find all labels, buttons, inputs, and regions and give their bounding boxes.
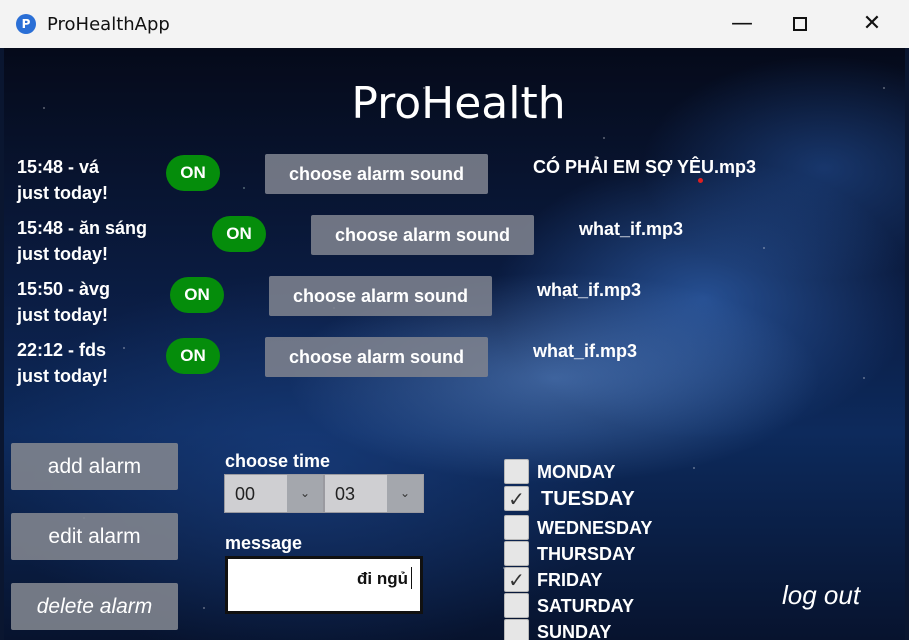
day-label: MONDAY bbox=[537, 462, 616, 482]
hour-select[interactable]: 00 ⌄ bbox=[224, 474, 324, 513]
window-title: ProHealthApp bbox=[47, 14, 170, 35]
message-value: đi ngủ bbox=[357, 569, 408, 588]
alarm-1-sound-file: CÓ PHẢI EM SỢ YÊU.mp3 bbox=[533, 157, 757, 177]
main-content: ProHealth 15:48 - vá just today! ON choo… bbox=[4, 48, 905, 640]
alarm-item-1-text: 15:48 - vá just today! bbox=[17, 154, 108, 206]
checkbox-sunday[interactable] bbox=[504, 619, 529, 640]
alarm-item-2-text: 15:48 - ăn sáng just today! bbox=[17, 215, 147, 267]
checkbox-tuesday[interactable]: ✓ bbox=[504, 486, 529, 511]
alarm-time-label: 22:12 - fds bbox=[17, 340, 107, 360]
day-label: TUESDAY bbox=[541, 488, 635, 510]
alarm-item-3-text: 15:50 - àvg just today! bbox=[17, 276, 110, 328]
choose-time-label: choose time bbox=[225, 451, 331, 471]
alarm-3-sound-file: what_if.mp3 bbox=[537, 280, 642, 300]
day-label: SATURDAY bbox=[537, 596, 635, 616]
alarm-2-toggle-button[interactable]: ON bbox=[212, 216, 266, 252]
delete-alarm-button[interactable]: delete alarm bbox=[11, 583, 178, 630]
text-caret bbox=[411, 567, 412, 589]
hour-value: 00 bbox=[235, 484, 256, 504]
day-label: THURSDAY bbox=[537, 544, 636, 564]
page-title: ProHealth bbox=[351, 78, 566, 129]
app-logo-icon: P bbox=[16, 14, 36, 34]
chevron-down-icon[interactable]: ⌄ bbox=[387, 475, 423, 512]
alarm-4-sound-file: what_if.mp3 bbox=[533, 341, 638, 361]
alarm-3-toggle-button[interactable]: ON bbox=[170, 277, 224, 313]
alarm-repeat-label: just today! bbox=[17, 183, 109, 203]
minute-select[interactable]: 03 ⌄ bbox=[324, 474, 424, 513]
alarm-item-4-text: 22:12 - fds just today! bbox=[17, 337, 108, 389]
checkbox-wednesday[interactable] bbox=[504, 515, 529, 540]
checkbox-thursday[interactable] bbox=[504, 541, 529, 566]
alarm-time-label: 15:50 - àvg bbox=[17, 279, 111, 299]
alarm-time-label: 15:48 - ăn sáng bbox=[17, 218, 148, 238]
alarm-3-choose-sound-button[interactable]: choose alarm sound bbox=[269, 276, 492, 316]
maximize-button[interactable] bbox=[768, 0, 832, 48]
checkbox-friday[interactable]: ✓ bbox=[504, 567, 529, 592]
day-label: WEDNESDAY bbox=[537, 518, 653, 538]
alarm-repeat-label: just today! bbox=[17, 366, 109, 386]
chevron-down-icon[interactable]: ⌄ bbox=[287, 475, 323, 512]
notification-dot bbox=[698, 178, 703, 183]
checkbox-monday[interactable] bbox=[504, 459, 529, 484]
checkbox-saturday[interactable] bbox=[504, 593, 529, 618]
close-button[interactable]: ✕ bbox=[840, 0, 904, 48]
alarm-4-toggle-button[interactable]: ON bbox=[166, 338, 220, 374]
minimize-button[interactable]: — bbox=[710, 0, 774, 48]
alarm-time-label: 15:48 - vá bbox=[17, 157, 100, 177]
maximize-icon bbox=[793, 17, 807, 31]
window-titlebar: P ProHealthApp — ✕ bbox=[0, 0, 909, 48]
minute-value: 03 bbox=[335, 484, 356, 504]
alarm-4-choose-sound-button[interactable]: choose alarm sound bbox=[265, 337, 488, 377]
alarm-2-choose-sound-button[interactable]: choose alarm sound bbox=[311, 215, 534, 255]
alarm-repeat-label: just today! bbox=[17, 244, 109, 264]
edit-alarm-button[interactable]: edit alarm bbox=[11, 513, 178, 560]
day-label: FRIDAY bbox=[537, 570, 603, 590]
message-input[interactable]: đi ngủ bbox=[225, 556, 423, 614]
alarm-2-sound-file: what_if.mp3 bbox=[579, 219, 684, 239]
day-label: SUNDAY bbox=[537, 622, 612, 640]
add-alarm-button[interactable]: add alarm bbox=[11, 443, 178, 490]
alarm-1-choose-sound-button[interactable]: choose alarm sound bbox=[265, 154, 488, 194]
logout-link[interactable]: log out bbox=[782, 580, 860, 611]
message-label: message bbox=[225, 533, 303, 553]
alarm-1-toggle-button[interactable]: ON bbox=[166, 155, 220, 191]
alarm-repeat-label: just today! bbox=[17, 305, 109, 325]
